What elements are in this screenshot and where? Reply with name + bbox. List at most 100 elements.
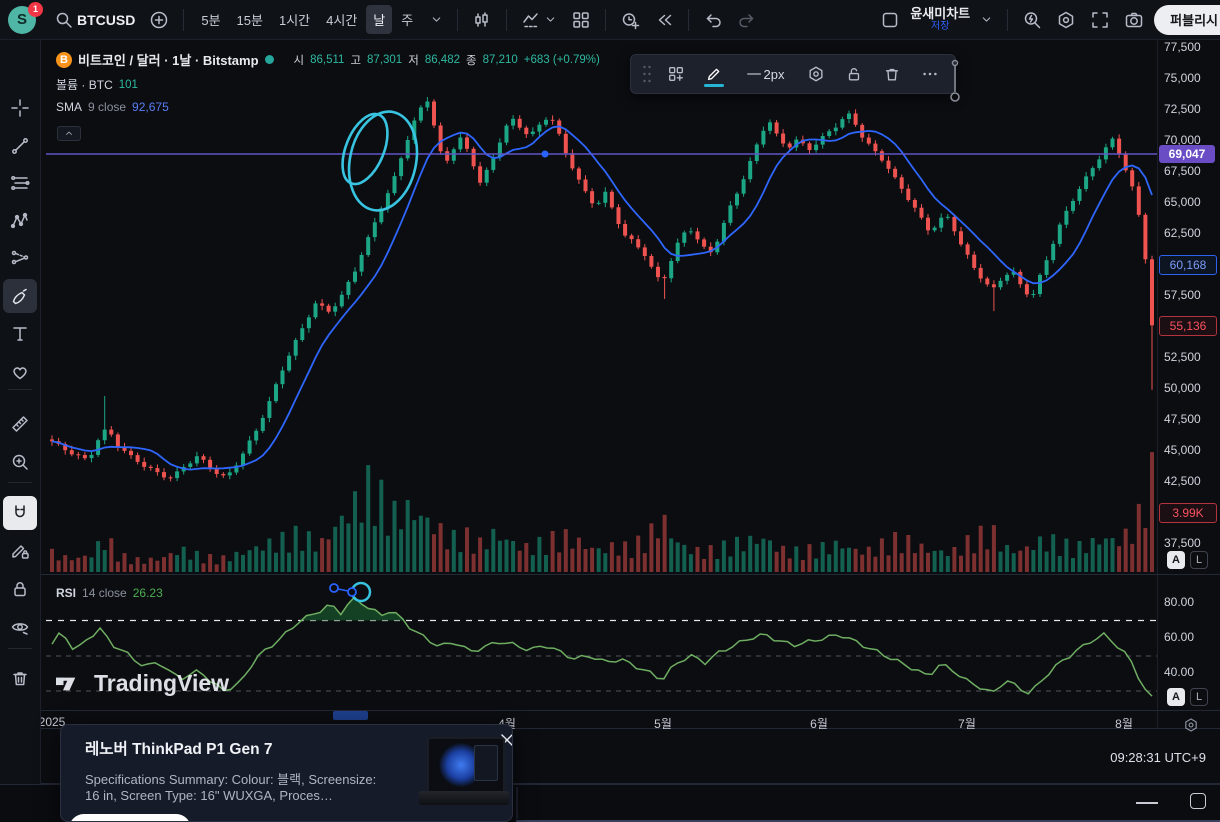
trash-icon	[13, 672, 27, 686]
lock-drawings-tool[interactable]	[3, 572, 37, 606]
time-tick: 7월	[958, 717, 976, 731]
minimize-button[interactable]	[1136, 802, 1158, 804]
open-value: 86,511	[310, 53, 345, 66]
floating-drawing-toolbar: 2px	[630, 54, 956, 94]
trendline-icon	[12, 138, 28, 154]
text-tool[interactable]	[3, 317, 37, 351]
chart-type-button[interactable]	[468, 6, 496, 34]
watermark-text: TradingView	[94, 670, 230, 696]
time-axis-border	[40, 710, 1220, 711]
divider	[8, 648, 32, 649]
emoji-tool[interactable]	[3, 355, 37, 389]
timeframe-button[interactable]: 15분	[230, 5, 270, 34]
change-value: +683 (+0.79%)	[523, 53, 600, 66]
ad-popup[interactable]: 레노버 ThinkPad P1 Gen 7 Specifications Sum…	[60, 724, 513, 822]
brush-tool[interactable]	[3, 279, 37, 313]
gear-icon	[1058, 11, 1074, 28]
drag-handle-icon[interactable]	[641, 63, 653, 85]
settings-button[interactable]	[1052, 6, 1080, 34]
replay-button[interactable]	[650, 6, 678, 34]
indicators-button[interactable]	[517, 6, 561, 34]
symbol-search-button[interactable]: BTCUSD	[50, 6, 139, 34]
auto-scale-button[interactable]: A	[1167, 551, 1185, 569]
layout-grid-button[interactable]	[567, 6, 595, 34]
timeframe-button[interactable]: 1시간	[272, 5, 317, 34]
hline-anchor	[541, 150, 549, 158]
timeframe-button[interactable]: 4시간	[319, 5, 364, 34]
drawing-delete-button[interactable]	[877, 59, 907, 89]
sma-row[interactable]: SMA 9 close 92,675	[56, 100, 600, 114]
rsi-legend[interactable]: RSI 14 close 26.23	[56, 586, 163, 600]
compare-add-button[interactable]	[145, 6, 173, 34]
user-avatar[interactable]: S 1	[8, 1, 43, 34]
undo-button[interactable]	[699, 6, 727, 34]
sma-value: 92,675	[132, 100, 169, 114]
alert-button[interactable]	[616, 6, 644, 34]
magnet-icon	[15, 505, 25, 518]
divider	[457, 8, 459, 31]
hide-drawings-tool[interactable]	[3, 610, 37, 644]
legend-collapse-button[interactable]	[57, 126, 81, 141]
fib-lines-icon	[11, 175, 30, 191]
drawing-lock-button[interactable]	[839, 59, 869, 89]
crosshair-tool[interactable]	[3, 91, 37, 125]
layout-select-button[interactable]	[876, 6, 904, 34]
fib-retracement-tool[interactable]	[3, 166, 37, 200]
time-axis-thumb[interactable]	[333, 711, 368, 720]
template-button[interactable]	[661, 59, 691, 89]
tradingview-app: S 1 BTCUSD 5분 15분 1시간 4시간 날 주 윤새미차트 저장 퍼…	[0, 0, 1220, 822]
symbol-title: 비트코인 / 달러 · 1날 · Bitstamp	[78, 53, 259, 68]
projection-tool[interactable]	[3, 241, 37, 275]
symbol-row[interactable]: B 비트코인 / 달러 · 1날 · Bitstamp 시 86,511 고 8…	[56, 50, 600, 69]
last-price-badge: 55,136	[1159, 316, 1217, 336]
plus-circle-icon	[151, 11, 168, 28]
magnet-tool[interactable]	[3, 496, 37, 530]
publish-button[interactable]: 퍼블리시	[1154, 4, 1220, 35]
redo-button[interactable]	[733, 6, 761, 34]
measure-tool[interactable]	[3, 407, 37, 441]
bitcoin-icon: B	[56, 51, 72, 68]
restore-window-button[interactable]	[1190, 793, 1206, 809]
layout-menu-button[interactable]	[976, 9, 997, 30]
timeframe-button[interactable]: 5분	[194, 5, 227, 34]
rsi-log-scale-button[interactable]: L	[1190, 688, 1208, 706]
trendline-tool[interactable]	[3, 129, 37, 163]
drawing-sidebar	[0, 40, 41, 822]
layout-name-block[interactable]: 윤새미차트 저장	[910, 7, 970, 32]
pane-divider[interactable]	[40, 574, 1220, 575]
close-value: 87,210	[482, 53, 518, 66]
log-scale-button[interactable]: L	[1190, 551, 1208, 569]
brush-icon	[12, 288, 27, 305]
time-tick: 6월	[810, 717, 828, 731]
time-axis-settings[interactable]	[1183, 717, 1199, 738]
drawing-mode-lock-tool[interactable]	[3, 534, 37, 568]
screenshot-button[interactable]	[1120, 6, 1148, 34]
color-button[interactable]	[699, 59, 729, 89]
volume-row[interactable]: 볼륨 · BTC 101	[56, 76, 600, 93]
more-options-button[interactable]	[915, 59, 945, 89]
fullscreen-button[interactable]	[1086, 6, 1114, 34]
sma-params: 9 close	[88, 100, 127, 114]
pattern-tool[interactable]	[3, 204, 37, 238]
timeframe-menu-button[interactable]	[426, 9, 447, 30]
zoom-in-tool[interactable]	[3, 445, 37, 479]
top-toolbar: S 1 BTCUSD 5분 15분 1시간 4시간 날 주 윤새미차트 저장 퍼…	[0, 0, 1220, 40]
symbol-label: BTCUSD	[77, 11, 136, 28]
quick-search-button[interactable]	[1018, 6, 1046, 34]
remove-drawings-tool[interactable]	[3, 661, 37, 695]
line-width-button[interactable]: 2px	[737, 59, 793, 89]
chevron-down-icon	[432, 17, 441, 22]
rsi-auto-scale-button[interactable]: A	[1167, 688, 1185, 706]
popup-cta-button[interactable]	[69, 814, 191, 821]
drawing-settings-button[interactable]	[801, 59, 831, 89]
timeframe-button[interactable]: 주	[394, 5, 420, 34]
divider	[8, 482, 32, 483]
chart-canvas[interactable]	[0, 0, 1220, 822]
toolbar-slider-handle[interactable]	[948, 56, 962, 106]
sma-price-badge: 60,168	[1159, 255, 1217, 275]
timeframe-button[interactable]: 날	[366, 5, 393, 34]
grid-layout-icon	[573, 11, 589, 28]
panel-edge	[516, 787, 518, 819]
replay-icon	[658, 14, 672, 25]
scale-tick: 65,000	[1164, 195, 1201, 209]
